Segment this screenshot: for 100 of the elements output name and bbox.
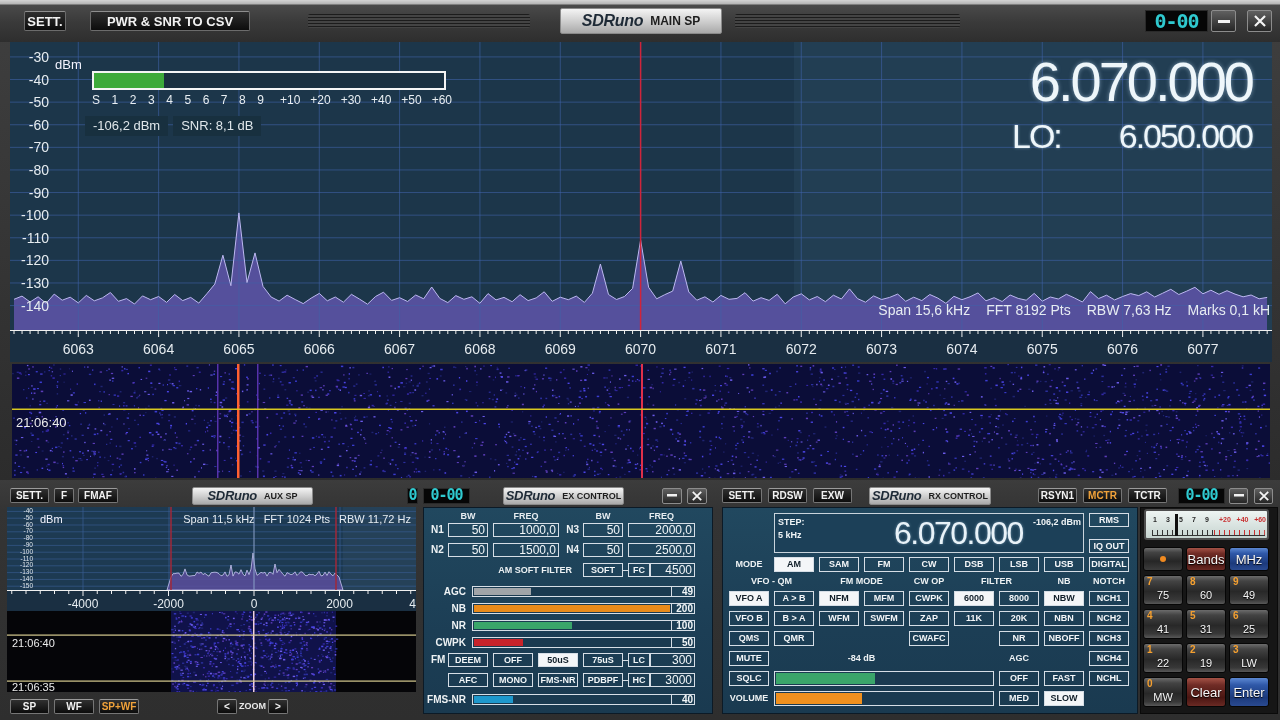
vfo-button[interactable]: VFO A: [729, 591, 769, 606]
vfo-button[interactable]: QMR: [774, 631, 814, 646]
frequency-field[interactable]: 2000,0: [628, 523, 695, 537]
zoom-in-button[interactable]: >: [268, 698, 288, 714]
fm-option-button[interactable]: AFC: [448, 673, 488, 687]
minimize-button[interactable]: [1229, 487, 1248, 504]
fm-option-button[interactable]: 50uS: [538, 653, 578, 667]
fm-option-button[interactable]: FMS-NR: [538, 673, 578, 687]
filter-button[interactable]: NR: [999, 631, 1039, 646]
mute-button[interactable]: MUTE: [729, 651, 769, 666]
cw-option-button[interactable]: CWAFC: [909, 631, 949, 646]
indicator-button[interactable]: [1143, 547, 1183, 571]
close-button[interactable]: [1254, 487, 1273, 504]
band-key[interactable]: 7 75: [1143, 575, 1183, 605]
fm-option-button[interactable]: DEEM: [448, 653, 488, 667]
fm-mode-button[interactable]: NFM: [819, 591, 859, 606]
filter-button[interactable]: 8000: [999, 591, 1039, 606]
mode-button[interactable]: AM: [774, 557, 814, 572]
cutoff-field[interactable]: 3000: [650, 673, 695, 687]
level-slider[interactable]: [472, 620, 672, 631]
tctr-button[interactable]: TCTR: [1128, 488, 1167, 503]
fm-option-button[interactable]: MONO: [493, 673, 533, 687]
bandwidth-field[interactable]: 50: [448, 523, 488, 537]
mode-button[interactable]: SAM: [819, 557, 859, 572]
bandwidth-field[interactable]: 50: [583, 543, 623, 557]
filter-button[interactable]: 6000: [954, 591, 994, 606]
zoom-out-button[interactable]: <: [217, 698, 237, 714]
mode-button[interactable]: FM: [864, 557, 904, 572]
band-key[interactable]: 1 22: [1143, 643, 1183, 673]
cutoff-field[interactable]: 300: [650, 653, 695, 667]
export-csv-button[interactable]: PWR & SNR TO CSV: [90, 11, 250, 31]
level-slider[interactable]: [472, 586, 672, 597]
band-key[interactable]: 3 LW: [1229, 643, 1269, 673]
squelch-slider[interactable]: [774, 671, 994, 686]
band-key[interactable]: 9 49: [1229, 575, 1269, 605]
rms-button[interactable]: RMS: [1089, 513, 1129, 527]
agc-button[interactable]: OFF: [999, 671, 1039, 686]
agc-button[interactable]: MED: [999, 691, 1039, 706]
close-button[interactable]: [1247, 10, 1272, 32]
settings-button[interactable]: SETT.: [722, 488, 762, 503]
rdsw-button[interactable]: RDSW: [768, 488, 807, 503]
notch-button[interactable]: NCH1: [1089, 591, 1129, 606]
iq-out-button[interactable]: IQ OUT: [1089, 539, 1129, 553]
fm-option-button[interactable]: 75uS: [583, 653, 623, 667]
band-key[interactable]: 0 MW: [1143, 677, 1183, 707]
mode-button[interactable]: LSB: [999, 557, 1039, 572]
keypad-button[interactable]: Enter: [1229, 677, 1269, 707]
notch-button[interactable]: NCH2: [1089, 611, 1129, 626]
fm-mode-button[interactable]: WFM: [819, 611, 859, 626]
filter-toggle-button[interactable]: F: [54, 488, 74, 503]
notch-button[interactable]: NCHL: [1089, 671, 1129, 686]
vfo-button[interactable]: B > A: [774, 611, 814, 626]
settings-button[interactable]: SETT.: [24, 11, 66, 31]
level-slider[interactable]: [472, 694, 672, 705]
vfo-button[interactable]: VFO B: [729, 611, 769, 626]
vfo-button[interactable]: A > B: [774, 591, 814, 606]
view-button[interactable]: SP+WF: [99, 698, 139, 714]
bandwidth-field[interactable]: 50: [448, 543, 488, 557]
minimize-button[interactable]: [662, 487, 682, 504]
frequency-field[interactable]: 1500,0: [493, 543, 559, 557]
mode-button[interactable]: CW: [909, 557, 949, 572]
band-key[interactable]: 4 41: [1143, 609, 1183, 639]
noise-blanker-button[interactable]: NBW: [1044, 591, 1084, 606]
exw-button[interactable]: EXW: [813, 488, 852, 503]
minimize-button[interactable]: [1211, 10, 1236, 32]
settings-button[interactable]: SETT.: [10, 488, 49, 503]
frequency-field[interactable]: 2500,0: [628, 543, 695, 557]
soft-button[interactable]: SOFT: [583, 563, 623, 577]
filter-button[interactable]: 11K: [954, 611, 994, 626]
band-key[interactable]: 5 31: [1186, 609, 1226, 639]
fm-option-button[interactable]: OFF: [493, 653, 533, 667]
frequency-field[interactable]: 1000,0: [493, 523, 559, 537]
notch-button[interactable]: NCH3: [1089, 631, 1129, 646]
keypad-button[interactable]: MHz: [1229, 547, 1269, 571]
band-key[interactable]: 2 19: [1186, 643, 1226, 673]
view-button[interactable]: SP: [10, 698, 49, 714]
mctr-button[interactable]: MCTR: [1083, 488, 1122, 503]
close-button[interactable]: [687, 487, 707, 504]
filter-button[interactable]: 20K: [999, 611, 1039, 626]
band-key[interactable]: 8 60: [1186, 575, 1226, 605]
agc-button[interactable]: FAST: [1044, 671, 1084, 686]
fmaf-button[interactable]: FMAF: [78, 488, 118, 503]
bandwidth-field[interactable]: 50: [583, 523, 623, 537]
notch-button[interactable]: NCH4: [1089, 651, 1129, 666]
mode-button[interactable]: USB: [1044, 557, 1084, 572]
view-button[interactable]: WF: [54, 698, 94, 714]
cutoff-field[interactable]: 4500: [650, 563, 695, 577]
agc-button[interactable]: SLOW: [1044, 691, 1084, 706]
cw-option-button[interactable]: CWPK: [909, 591, 949, 606]
rsyn-button[interactable]: RSYN1: [1038, 488, 1077, 503]
volume-slider[interactable]: [774, 691, 994, 706]
band-key[interactable]: 6 25: [1229, 609, 1269, 639]
noise-blanker-button[interactable]: NBOFF: [1044, 631, 1084, 646]
mode-button[interactable]: DSB: [954, 557, 994, 572]
fm-mode-button[interactable]: MFM: [864, 591, 904, 606]
vfo-button[interactable]: QMS: [729, 631, 769, 646]
keypad-button[interactable]: Bands: [1186, 547, 1226, 571]
fm-option-button[interactable]: PDBPF: [583, 673, 623, 687]
keypad-button[interactable]: Clear: [1186, 677, 1226, 707]
noise-blanker-button[interactable]: NBN: [1044, 611, 1084, 626]
